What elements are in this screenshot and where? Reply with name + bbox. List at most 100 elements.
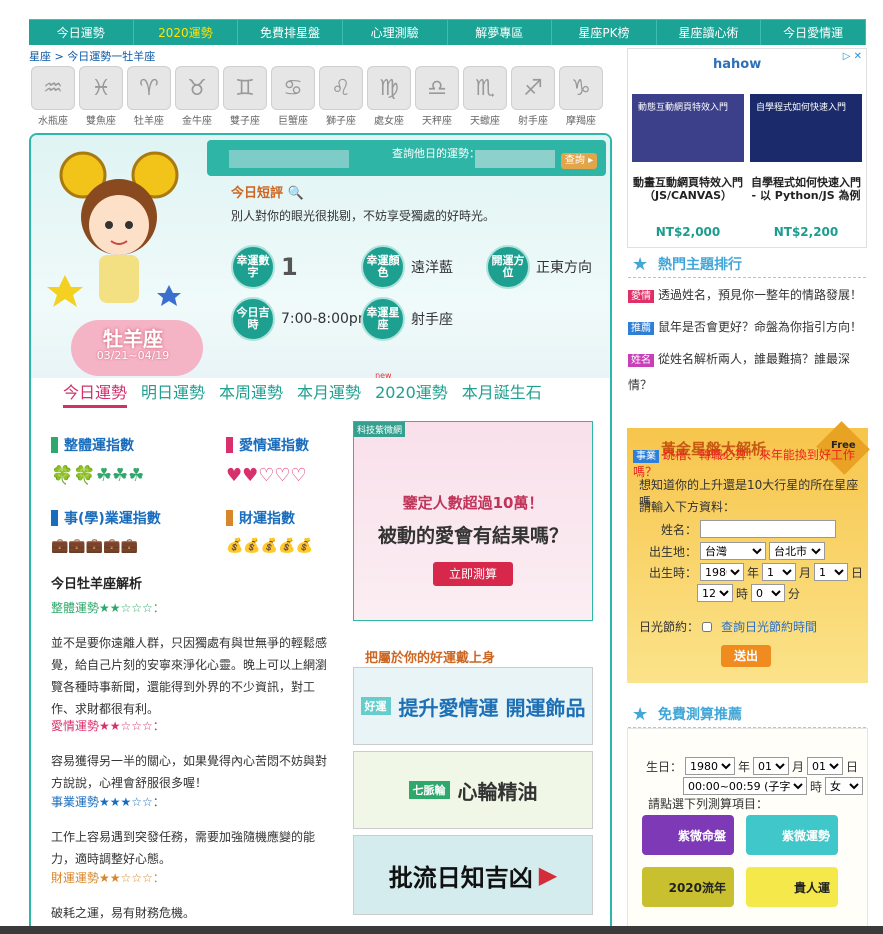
breadcrumb-current[interactable]: 今日運勢一牡羊座 (67, 50, 155, 63)
course-image[interactable]: 自學程式如何快速入門 (750, 94, 862, 162)
nav-item[interactable]: 解夢專區 (448, 20, 553, 45)
tab-week[interactable]: 本周運勢 (219, 379, 283, 408)
tab-today[interactable]: 今日運勢 (63, 379, 128, 408)
sign-item[interactable]: ♍ 處女座 (367, 66, 411, 127)
name-input[interactable] (700, 520, 837, 538)
sign-item[interactable]: ♐ 射手座 (511, 66, 555, 127)
nav-item[interactable]: 今日運勢 (29, 20, 134, 45)
nav-item[interactable]: 星座讀心術 (657, 20, 762, 45)
date-select[interactable] (475, 150, 555, 168)
banner-text: 批流日知吉凶 (388, 863, 533, 892)
nav-item[interactable]: 心理測驗 (343, 20, 448, 45)
sign-item[interactable]: ♉ 金牛座 (175, 66, 219, 127)
hour-select[interactable]: 12 (697, 584, 733, 602)
day-select[interactable]: 1 (814, 563, 849, 581)
sign-item[interactable]: ♏ 天蠍座 (463, 66, 507, 127)
daily-luck-banner[interactable]: 批流日知吉凶 ▶ (353, 835, 593, 915)
dst-checkbox[interactable] (702, 621, 713, 632)
sign-item[interactable]: ♈ 牡羊座 (127, 66, 171, 127)
love-index: 愛情運指數 ♥♥♡♡♡ (226, 435, 351, 486)
love-ad-banner[interactable]: 科技紫微網 鑒定人數超過10萬！ 被動的愛會有結果嗎？ 立即測算 (353, 421, 593, 621)
dst-link[interactable]: 查詢日光節約時間 (721, 618, 817, 635)
hot-topic-overlay[interactable]: 事業 跳槽、轉職必算！來年能換到好工作嗎？ (633, 446, 868, 480)
sign-date: 03/21~04/19 (96, 349, 170, 362)
lucky-direction-value: 正東方向 (536, 260, 592, 276)
sign-item[interactable]: ♊ 雙子座 (223, 66, 267, 127)
fortune-career: 事業運勢★★★☆☆： 工作上容易遇到突發任務，需要加強隨機應變的能力，適時調整好… (51, 793, 331, 870)
name-label: 姓名： (661, 522, 698, 537)
tab-2020[interactable]: new 2020運勢 (375, 371, 448, 408)
tile-2020-fortune[interactable]: 2020流年 (642, 867, 734, 907)
tile-benefactor[interactable]: 貴人運 (746, 867, 838, 907)
birth-day-select[interactable]: 01 (807, 757, 844, 775)
banner-text: 心輪精油 (457, 779, 538, 804)
free-calc-panel: 生日： 1980 年 01 月 01 日 00:00~00:59 (子字) 時女 請點選下列測… (627, 728, 868, 934)
city-select[interactable]: 台北市 (769, 542, 826, 560)
breadcrumb-sep: > (51, 50, 68, 63)
play-icon: ▶ (538, 861, 558, 889)
course-title[interactable]: 自學程式如何快速入門 - 以 Python/JS 為例 (750, 176, 862, 202)
sign-label: 摩羯座 (566, 116, 596, 127)
index-title: 整體運指數 (51, 435, 176, 455)
aries-character: 牡羊座 03/21~04/19 (43, 145, 203, 376)
birth-time-select[interactable]: 00:00~00:59 (子字) (683, 777, 807, 795)
sign-name: 牡羊座 (103, 327, 163, 351)
name-row: 姓名： (661, 520, 837, 538)
time-row: 12 時 0 分 (697, 584, 800, 602)
fortune-wealth: 財運運勢★★☆☆☆： 破耗之運，易有財務危機。 (51, 869, 331, 924)
fortune-love: 愛情運勢★★☆☆☆： 容易獲得另一半的關心，如果覺得內心苦悶不妨與對方說說，心裡… (51, 717, 331, 794)
minute-select[interactable]: 0 (751, 584, 786, 602)
sign-item[interactable]: ♑ 摩羯座 (559, 66, 603, 127)
course-title[interactable]: 動畫互動網頁特效入門（JS/CANVAS） (632, 176, 744, 202)
tab-month[interactable]: 本月運勢 (297, 379, 361, 408)
sign-item[interactable]: ♎ 天秤座 (415, 66, 459, 127)
fortune-heading: 整體運勢★★☆☆☆： (51, 601, 165, 615)
month-select[interactable]: 1 (762, 563, 797, 581)
breadcrumb-home[interactable]: 星座 (29, 50, 51, 63)
send-button[interactable]: 送出 (721, 645, 771, 667)
jewelry-banner[interactable]: 好運 提升愛情運 開運飾品 (353, 667, 593, 745)
hot-topic-item[interactable]: 推薦 鼠年是否會更好？命盤為你指引方向！ (628, 315, 866, 341)
oil-banner[interactable]: 七脈輪 心輪精油 (353, 751, 593, 829)
course-image[interactable]: 動態互動網頁特效入門 (632, 94, 744, 162)
nav-item[interactable]: 星座PK榜 (552, 20, 657, 45)
index-title: 愛情運指數 (226, 435, 351, 455)
country-select[interactable]: 台灣 (700, 542, 767, 560)
sign-item[interactable]: ♒ 水瓶座 (31, 66, 75, 127)
aries-character-icon (47, 151, 181, 307)
topic-text: 從姓名解析兩人，誰最難搞？誰最深情？ (628, 352, 851, 392)
lucky-sign-badge: 幸運星座 (361, 297, 405, 341)
banner-tag: 好運 (360, 697, 391, 715)
birthplace-label: 出生地： (649, 544, 698, 559)
year-select[interactable]: 1980 (700, 563, 745, 581)
hot-topic-item[interactable]: 愛情 透過姓名，預見你一整年的情路發展！ (628, 283, 866, 309)
tile-ziwei-fortune[interactable]: 紫微運勢 (746, 815, 838, 855)
nav-item[interactable]: 免費排星盤 (238, 20, 343, 45)
top-nav: 今日運勢 2020運勢 免費排星盤 心理測驗 解夢專區 星座PK榜 星座讀心術 … (29, 19, 866, 45)
nav-item[interactable]: 今日愛情運 (761, 20, 866, 45)
sign-item[interactable]: ♓ 雙魚座 (79, 66, 123, 127)
tab-birthstone[interactable]: 本月誕生石 (462, 379, 542, 408)
ad-button[interactable]: 立即測算 (433, 562, 513, 586)
hot-topics-list: 愛情 透過姓名，預見你一整年的情路發展！ 推薦 鼠年是否會更好？命盤為你指引方向！ … (628, 283, 866, 397)
birth-year-select[interactable]: 1980 (685, 757, 736, 775)
sign-label: 牡羊座 (134, 116, 164, 127)
lucky-color-badge: 幸運顏色 (361, 245, 405, 289)
birth-month-select[interactable]: 01 (753, 757, 790, 775)
hahow-logo[interactable]: hahow (713, 57, 761, 72)
query-button[interactable]: 查詢 ▸ (561, 153, 597, 169)
tile-ziwei-chart[interactable]: 紫微命盤 (642, 815, 734, 855)
sign-item[interactable]: ♌ 獅子座 (319, 66, 363, 127)
gender-select[interactable]: 女 (825, 777, 864, 795)
bookmark-icon (226, 510, 233, 526)
sign-item[interactable]: ♋ 巨蟹座 (271, 66, 315, 127)
nav-item-active[interactable]: 2020運勢 (134, 20, 239, 45)
birthtime-label: 出生時： (649, 565, 698, 580)
tab-tomorrow[interactable]: 明日運勢 (141, 379, 205, 408)
hot-topic-item[interactable]: 姓名 從姓名解析兩人，誰最難搞？誰最深情？ (628, 347, 866, 397)
fortune-overall: 整體運勢★★☆☆☆： 並不是要你遠離人群，只因獨處有與世無爭的輕鬆感覺，給自己片… (51, 599, 331, 720)
main-panel: 牡羊座 03/21~04/19 查詢他日的運勢： 查詢 ▸ 今日短評 🔍 別人對… (29, 133, 612, 934)
pisces-icon: ♓ (79, 66, 123, 110)
ad-close-icon[interactable]: ▷ ✕ (843, 51, 862, 62)
sign-label: 水瓶座 (38, 116, 68, 127)
